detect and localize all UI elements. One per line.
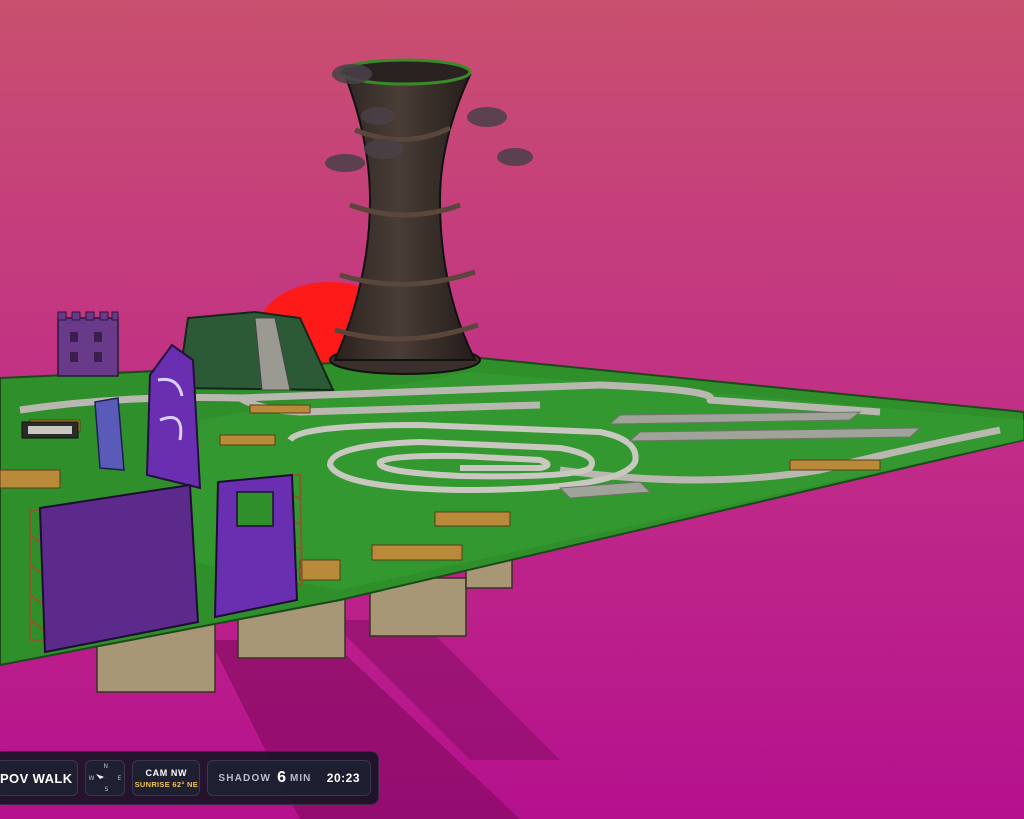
compass-east-label: E (117, 775, 122, 782)
hud-toolbar: POV WALK N S W E CAM NW SUNRISE 62° NE S… (0, 751, 379, 805)
compass-widget[interactable]: N S W E (84, 760, 126, 796)
compass-south-label: S (104, 786, 109, 793)
compass-west-label: W (88, 775, 95, 782)
purple-wall-door (213, 473, 299, 619)
shadow-value: 6 (277, 769, 286, 786)
compass-needle-icon (95, 774, 114, 781)
game-viewport[interactable] (0, 0, 1024, 819)
shadow-label: SHADOW (218, 772, 272, 784)
camera-mode-button[interactable]: POV WALK (0, 760, 78, 796)
clock-time: 20:23 (326, 771, 360, 785)
camera-mode-label: POV WALK (0, 770, 73, 786)
camera-info: CAM NW SUNRISE 62° NE (132, 760, 201, 796)
camera-direction-label: CAM NW (145, 767, 188, 778)
shadow-unit: MIN (290, 772, 312, 784)
compass-north-label: N (103, 763, 109, 770)
sun-position-label: SUNRISE 62° NE (134, 779, 199, 789)
castle-tower (57, 311, 119, 377)
shadow-time-panel[interactable]: SHADOW 6 MIN 20:23 (207, 760, 371, 796)
purple-wall-left (38, 483, 200, 654)
small-sign (21, 421, 79, 439)
